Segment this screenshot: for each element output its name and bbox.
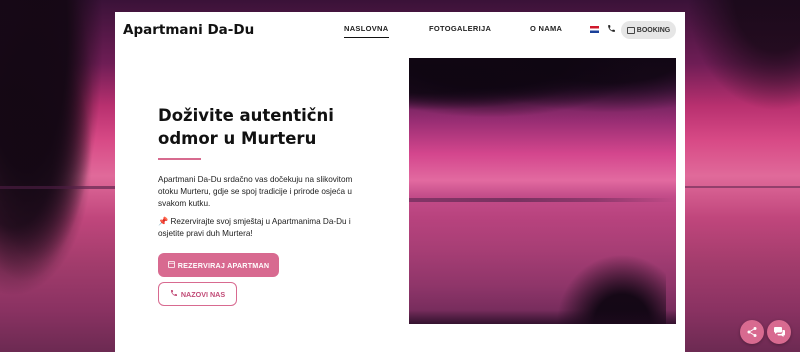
hero-paragraph-cta: 📌 Rezervirajte svoj smještaj u Apartmani… bbox=[158, 217, 351, 238]
reserve-apartment-label: REZERVIRAJ APARTMAN bbox=[177, 260, 270, 270]
share-button[interactable] bbox=[740, 320, 764, 344]
calendar-icon-svg bbox=[167, 261, 175, 268]
heading-divider bbox=[158, 158, 201, 160]
photo-island-horizon bbox=[409, 198, 676, 202]
site-header: Apartmani Da-Du NASLOVNA FOTOGALERIJA O … bbox=[115, 12, 685, 50]
reserve-apartment-button[interactable]: REZERVIRAJ APARTMAN bbox=[158, 253, 279, 277]
nav-item-o-nama[interactable]: O NAMA bbox=[530, 24, 562, 33]
call-us-button[interactable]: NAZOVI NAS bbox=[158, 282, 237, 306]
chat-button[interactable] bbox=[767, 320, 791, 344]
content-card: Apartmani Da-Du NASLOVNA FOTOGALERIJA O … bbox=[115, 12, 685, 352]
phone-icon bbox=[170, 289, 178, 299]
booking-button[interactable]: BOOKING bbox=[621, 21, 676, 39]
calendar-icon bbox=[167, 260, 175, 270]
hero-sunset-photo bbox=[409, 58, 676, 324]
share-icon bbox=[747, 327, 757, 337]
phone-icon[interactable] bbox=[605, 24, 617, 36]
background-tree-left bbox=[0, 0, 125, 352]
phone-icon-svg bbox=[170, 290, 177, 296]
phone-icon-svg bbox=[607, 25, 615, 32]
croatia-flag-icon[interactable] bbox=[590, 26, 599, 33]
photo-tree-silhouette bbox=[409, 58, 676, 128]
background-tree-right bbox=[680, 0, 800, 120]
background-horizon-right bbox=[685, 186, 800, 188]
hero-paragraph-intro: Apartmani Da-Du srdačno vas dočekuju na … bbox=[158, 175, 353, 208]
calendar-icon bbox=[626, 26, 635, 34]
nav-item-naslovna[interactable]: NASLOVNA bbox=[344, 24, 389, 38]
call-us-label: NAZOVI NAS bbox=[180, 289, 226, 299]
booking-button-label: BOOKING bbox=[636, 26, 671, 34]
nav-item-fotogalerija[interactable]: FOTOGALERIJA bbox=[429, 24, 491, 33]
chat-icon bbox=[773, 327, 785, 337]
hero-heading: Doživite autentični odmor u Murteru bbox=[158, 106, 334, 148]
background-horizon-left bbox=[0, 186, 115, 189]
site-logo[interactable]: Apartmani Da-Du bbox=[123, 22, 254, 38]
photo-shore bbox=[409, 310, 676, 324]
